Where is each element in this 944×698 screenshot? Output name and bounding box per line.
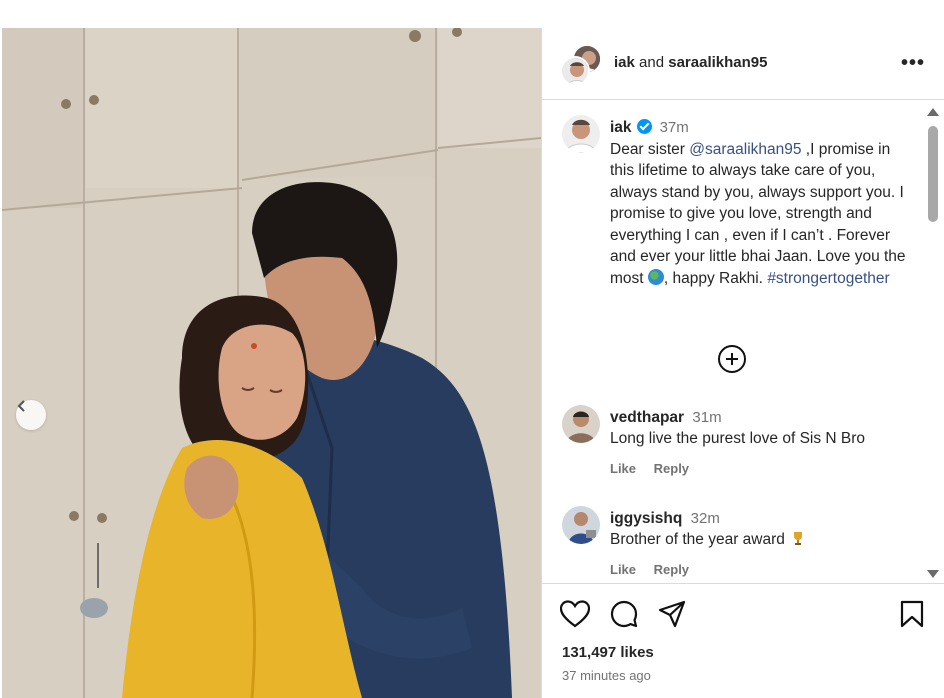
comment-reply-button[interactable]: Reply <box>654 562 689 577</box>
comment-actions: Like Reply <box>610 562 703 577</box>
authors-joiner: and <box>639 54 665 71</box>
heart-icon[interactable] <box>560 600 590 628</box>
comment-body: vedthapar 31m Long live the purest love … <box>610 407 910 449</box>
likes-count[interactable]: 131,497 likes <box>562 644 654 661</box>
comment-text: Long live the purest love of Sis N Bro <box>610 430 866 447</box>
share-icon[interactable] <box>658 600 686 628</box>
photo-illustration <box>2 28 541 698</box>
comments-section[interactable]: iak 37m Dear sister @saraalikhan95 ,I pro… <box>542 101 944 583</box>
author-link-saraalikhan95[interactable]: saraalikhan95 <box>668 54 767 71</box>
caption-username[interactable]: iak <box>610 119 632 136</box>
caption-avatar[interactable] <box>562 115 600 153</box>
post-timestamp[interactable]: 37 minutes ago <box>562 668 651 683</box>
scrollbar-thumb[interactable] <box>928 126 938 222</box>
more-options-icon[interactable]: ••• <box>901 52 925 75</box>
collab-avatars[interactable] <box>560 44 602 86</box>
verified-badge-icon <box>636 119 652 134</box>
post-authors: iak and saraalikhan95 <box>614 54 767 71</box>
commenter-avatar[interactable] <box>562 405 600 443</box>
caption-text-middle: ,I promise in this lifetime to always ta… <box>610 140 906 287</box>
comment-reply-button[interactable]: Reply <box>654 461 689 476</box>
caption-mention-link[interactable]: @saraalikhan95 <box>689 141 801 158</box>
comment-time[interactable]: 32m <box>691 510 720 527</box>
comment-username[interactable]: vedthapar <box>610 409 684 426</box>
bookmark-icon[interactable] <box>900 600 924 628</box>
comment-text: Brother of the year award <box>610 531 785 548</box>
avatar-iak[interactable] <box>560 56 590 86</box>
top-bar <box>0 0 944 28</box>
comment-time[interactable]: 31m <box>692 409 721 426</box>
caption-text-start: Dear sister <box>610 140 690 158</box>
comment-icon[interactable] <box>610 600 638 628</box>
caption-time[interactable]: 37m <box>660 119 689 136</box>
post-photo <box>2 28 541 698</box>
comment-like-button[interactable]: Like <box>610 562 636 577</box>
scroll-down-arrow-icon[interactable] <box>927 570 939 578</box>
post-details-panel: iak and saraalikhan95 ••• iak 37m Dear si… <box>541 28 944 698</box>
chevron-left-icon <box>17 400 25 412</box>
commenter-avatar[interactable] <box>562 506 600 544</box>
post-header: iak and saraalikhan95 ••• <box>542 28 944 100</box>
comment-like-button[interactable]: Like <box>610 461 636 476</box>
plus-circle-icon[interactable] <box>718 345 746 373</box>
post-caption: iak 37m Dear sister @saraalikhan95 ,I pro… <box>610 117 910 289</box>
caption-text-end: , happy Rakhi. <box>663 269 768 287</box>
caption-hashtag-link[interactable]: #strongertogether <box>767 270 889 287</box>
comment-body: iggysishq 32m Brother of the year award <box>610 508 910 550</box>
globe-emoji-icon <box>647 268 664 285</box>
carousel-previous-button[interactable] <box>16 400 46 430</box>
trophy-emoji-icon <box>793 532 802 545</box>
comments-scrollbar[interactable] <box>926 108 940 578</box>
post-footer: 131,497 likes 37 minutes ago <box>542 583 944 698</box>
comment-username[interactable]: iggysishq <box>610 510 682 527</box>
scroll-up-arrow-icon[interactable] <box>927 108 939 116</box>
instagram-post-modal: iak and saraalikhan95 ••• iak 37m Dear si… <box>0 0 944 698</box>
comment-actions: Like Reply <box>610 461 703 476</box>
author-link-iak[interactable]: iak <box>614 54 635 71</box>
